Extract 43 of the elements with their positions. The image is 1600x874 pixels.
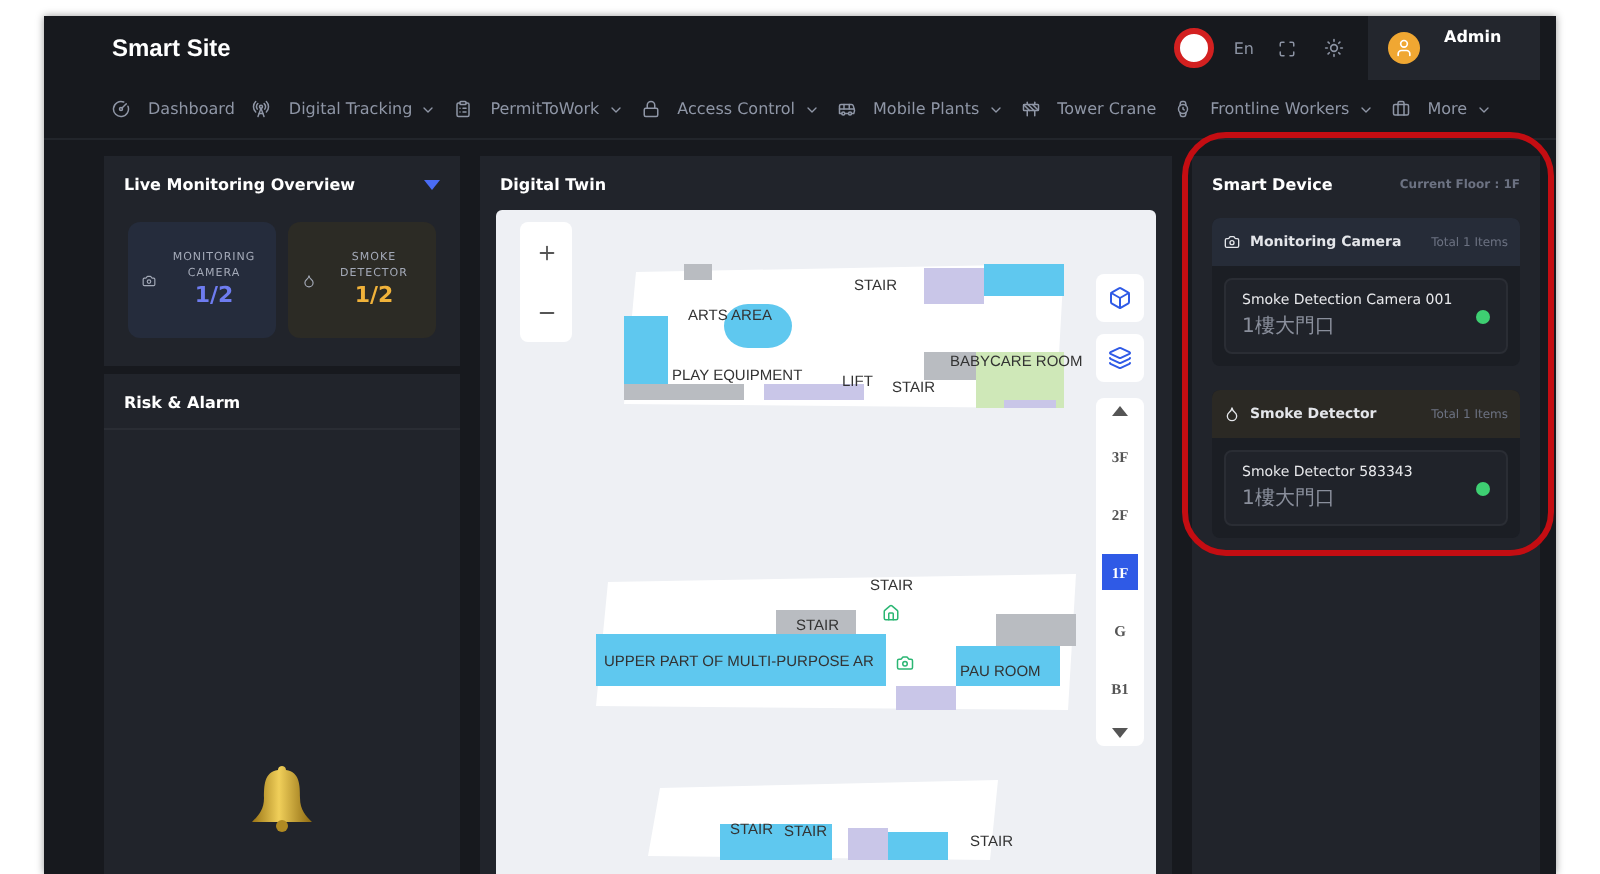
drop-icon — [1224, 406, 1240, 422]
panel-title: Smart Device — [1212, 176, 1333, 194]
watch-icon — [1174, 100, 1193, 118]
layers-button[interactable] — [1096, 334, 1144, 382]
triangle-icon[interactable] — [424, 180, 440, 190]
avatar-icon[interactable] — [1388, 32, 1420, 64]
nav-link[interactable]: Digital Tracking — [288, 100, 413, 118]
tile-value: 1/2 — [194, 282, 234, 309]
nav-link[interactable]: Dashboard — [148, 100, 235, 118]
nav-link[interactable]: PermitToWork — [490, 100, 600, 118]
drop-icon — [302, 273, 316, 287]
language-label[interactable]: En — [1233, 39, 1254, 57]
camera-icon — [1224, 234, 1240, 250]
briefcase-icon — [1391, 100, 1410, 118]
caret-up-icon[interactable] — [1112, 406, 1128, 416]
logo-icon — [1173, 28, 1214, 68]
fullscreen-icon[interactable] — [1278, 39, 1296, 57]
clipboard-icon — [454, 100, 473, 118]
camera-icon — [142, 273, 156, 287]
nav-link[interactable]: Frontline Workers — [1210, 100, 1350, 118]
device-location: 1樓大門口 — [1242, 313, 1337, 340]
cube-icon — [1108, 286, 1132, 310]
layers-icon — [1108, 346, 1132, 370]
lock-icon — [641, 100, 660, 118]
caret-down-icon[interactable] — [1112, 728, 1128, 738]
nav-link[interactable]: More — [1427, 100, 1468, 118]
gauge-icon — [112, 100, 130, 118]
panel-title: Digital Twin — [500, 176, 607, 194]
3d-view-button[interactable] — [1096, 274, 1144, 322]
nav-link[interactable]: Mobile Plants — [873, 100, 980, 118]
antenna-icon — [252, 100, 271, 118]
bus-icon — [837, 100, 856, 118]
app-title: Smart Site — [112, 34, 233, 62]
tile-value: 1/2 — [354, 282, 394, 309]
nav-link[interactable]: Access Control — [677, 100, 796, 118]
zoom-in-icon[interactable] — [535, 241, 557, 263]
user-name[interactable]: Admin — [1444, 28, 1502, 46]
sun-icon[interactable] — [1324, 38, 1344, 58]
bell-icon — [248, 762, 316, 834]
nav-link[interactable]: Tower Crane — [1057, 100, 1157, 118]
panel-title: Risk & Alarm — [124, 394, 241, 412]
device-location: 1樓大門口 — [1242, 485, 1337, 512]
panel-title: Live Monitoring Overview — [124, 176, 356, 194]
